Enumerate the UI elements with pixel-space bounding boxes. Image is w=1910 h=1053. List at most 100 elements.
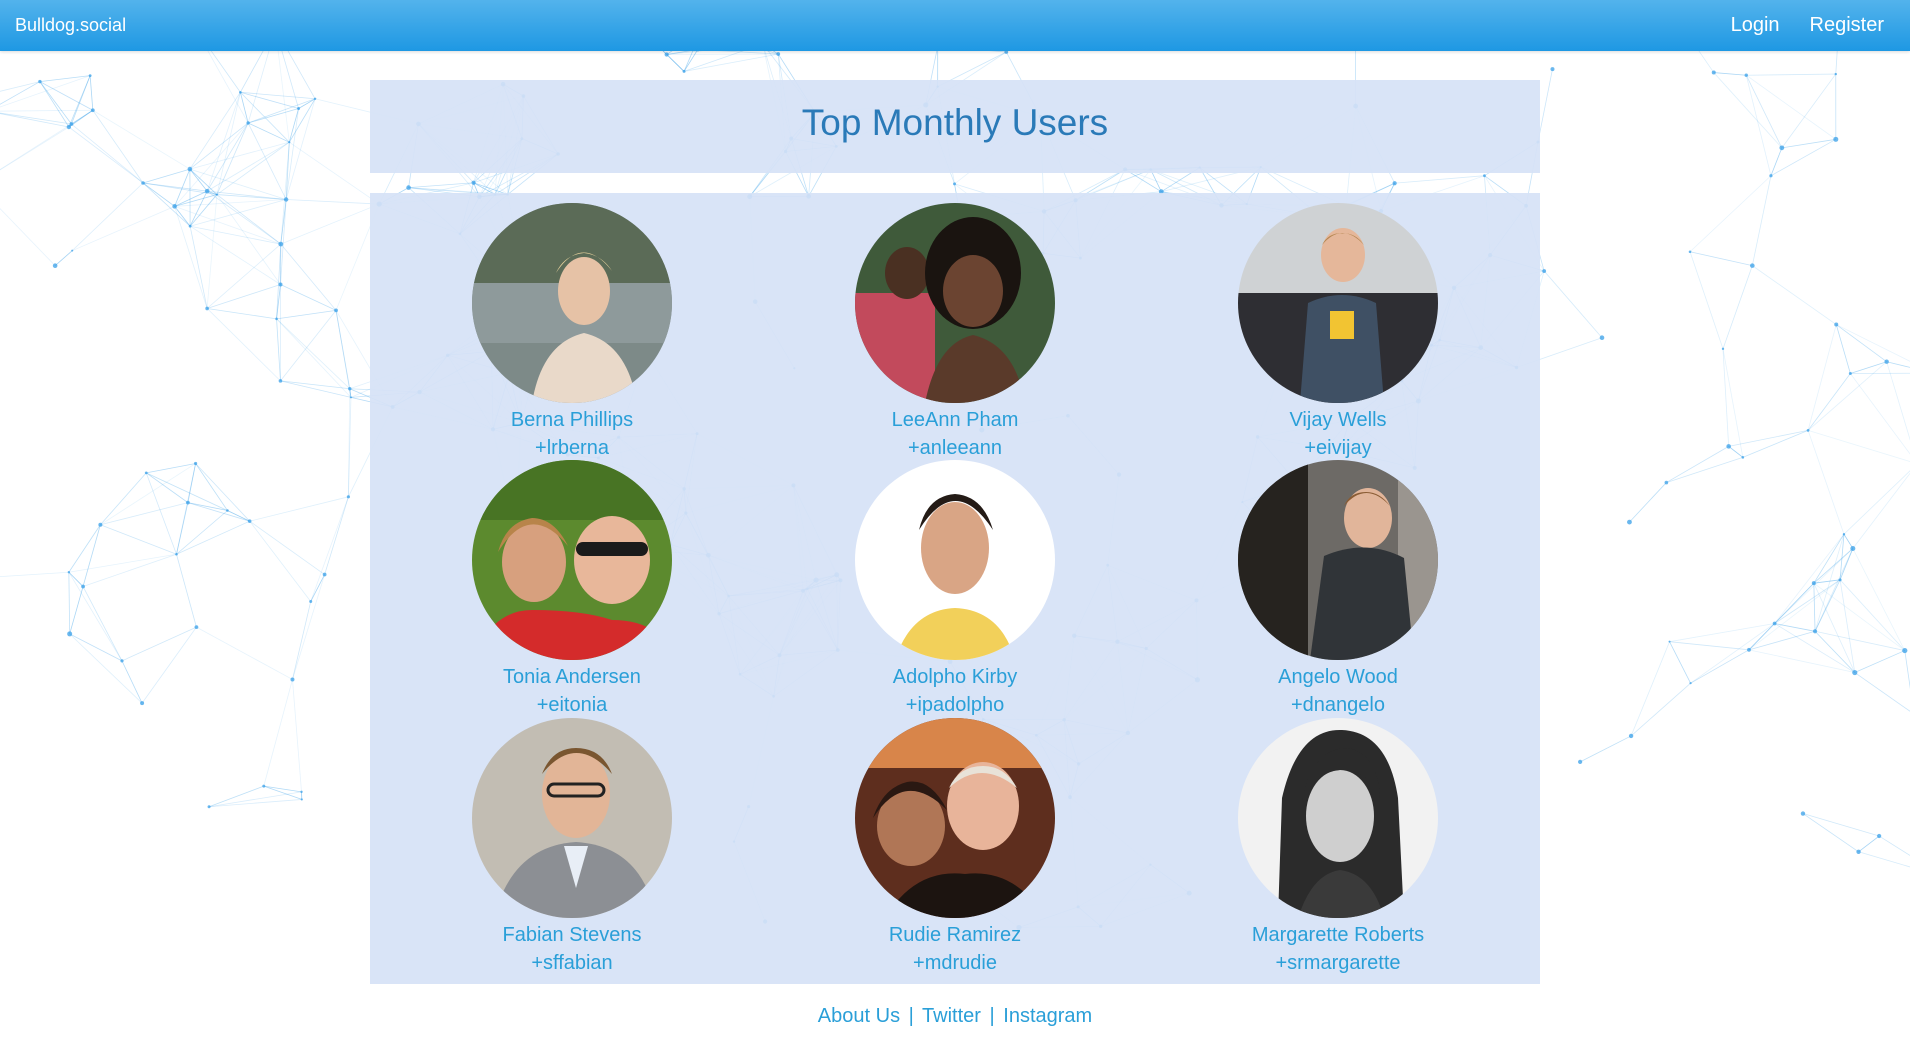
network-node: [193, 461, 198, 466]
user-handle-link[interactable]: +eivijay: [1188, 434, 1488, 462]
network-line: [1774, 582, 1815, 624]
network-line: [1770, 147, 1783, 176]
user-name-link[interactable]: LeeAnn Pham: [805, 406, 1105, 434]
network-line: [216, 194, 287, 200]
network-line: [100, 524, 177, 555]
network-line: [71, 123, 144, 184]
footer: About Us | Twitter | Instagram: [0, 1005, 1910, 1028]
user-handle-link[interactable]: +ipadolpho: [805, 691, 1105, 719]
network-node: [309, 599, 313, 603]
user-handle-link[interactable]: +sffabian: [422, 949, 722, 977]
network-line: [216, 122, 249, 195]
network-line: [0, 208, 56, 266]
avatar[interactable]: [855, 460, 1055, 660]
network-line: [276, 318, 351, 390]
network-node: [88, 74, 92, 78]
network-line: [1813, 534, 1845, 584]
avatar[interactable]: [855, 718, 1055, 918]
user-name-link[interactable]: Margarette Roberts: [1188, 921, 1488, 949]
title-panel: Top Monthly Users: [370, 80, 1540, 173]
network-line: [190, 199, 287, 227]
nav-links: Login Register: [1731, 0, 1884, 51]
avatar[interactable]: [472, 718, 672, 918]
user-handle-link[interactable]: +eitonia: [422, 691, 722, 719]
network-line: [288, 98, 316, 143]
user-name-link[interactable]: Tonia Andersen: [422, 663, 722, 691]
network-line: [1748, 649, 1855, 673]
about-us-link[interactable]: About Us: [818, 1005, 900, 1027]
network-line: [1814, 548, 1854, 632]
network-line: [189, 226, 208, 309]
network-node: [1834, 72, 1837, 76]
network-node: [776, 52, 781, 56]
network-line: [249, 496, 349, 522]
avatar[interactable]: [1238, 460, 1438, 660]
network-line: [216, 92, 241, 195]
network-line: [196, 626, 293, 680]
network-node: [140, 701, 145, 706]
network-line: [1807, 324, 1837, 431]
user-name-link[interactable]: Vijay Wells: [1188, 406, 1488, 434]
network-line: [121, 660, 143, 704]
network-node: [1877, 833, 1882, 839]
network-node: [1747, 647, 1751, 652]
login-link[interactable]: Login: [1731, 0, 1780, 51]
avatar[interactable]: [1238, 203, 1438, 403]
network-line: [288, 108, 299, 143]
network-node: [1721, 347, 1725, 351]
brand-logo-link[interactable]: Bulldog.social: [15, 0, 126, 51]
network-line: [1858, 835, 1880, 853]
register-link[interactable]: Register: [1810, 0, 1884, 51]
network-node: [349, 396, 352, 399]
instagram-link[interactable]: Instagram: [1003, 1005, 1092, 1027]
user-card: Adolpho Kirby +ipadolpho: [805, 460, 1105, 719]
avatar[interactable]: [472, 460, 672, 660]
network-node: [313, 97, 317, 100]
avatar[interactable]: [855, 203, 1055, 403]
network-node: [90, 108, 95, 113]
twitter-link[interactable]: Twitter: [922, 1005, 981, 1027]
network-line: [683, 53, 779, 72]
avatar[interactable]: [1238, 718, 1438, 918]
network-node: [120, 659, 124, 663]
network-node: [1688, 250, 1692, 254]
user-handle-link[interactable]: +mdrudie: [805, 949, 1105, 977]
network-node: [682, 69, 686, 73]
network-node: [1902, 647, 1908, 654]
user-name-link[interactable]: Berna Phillips: [422, 406, 722, 434]
network-line: [68, 572, 71, 634]
network-node: [52, 263, 58, 268]
network-line: [1807, 373, 1851, 431]
network-node: [471, 180, 476, 185]
user-card: Angelo Wood +dnangelo: [1188, 460, 1488, 719]
network-node: [1848, 372, 1852, 376]
avatar[interactable]: [472, 203, 672, 403]
network-line: [1852, 472, 1910, 549]
user-handle-link[interactable]: +lrberna: [422, 434, 722, 462]
user-handle-link[interactable]: +srmargarette: [1188, 949, 1488, 977]
network-line: [1904, 650, 1910, 690]
network-line: [263, 679, 293, 787]
network-line: [1728, 446, 1744, 458]
network-line: [89, 75, 94, 111]
network-line: [292, 601, 312, 680]
user-handle-link[interactable]: +anleeann: [805, 434, 1105, 462]
network-line: [206, 308, 281, 382]
network-line: [187, 502, 228, 511]
user-name-link[interactable]: Rudie Ramirez: [805, 921, 1105, 949]
network-node: [1599, 335, 1605, 341]
user-handle-link[interactable]: +dnangelo: [1188, 691, 1488, 719]
network-node: [322, 572, 327, 577]
network-line: [239, 92, 249, 124]
user-name-link[interactable]: Adolpho Kirby: [805, 663, 1105, 691]
network-node: [1542, 269, 1547, 273]
user-name-link[interactable]: Fabian Stevens: [422, 921, 722, 949]
network-node: [297, 106, 301, 110]
network-node: [67, 571, 71, 574]
network-node: [1689, 682, 1692, 685]
network-node: [175, 552, 178, 556]
footer-separator: |: [989, 1005, 995, 1027]
network-line: [1543, 270, 1603, 338]
network-node: [1750, 263, 1755, 268]
user-name-link[interactable]: Angelo Wood: [1188, 663, 1488, 691]
